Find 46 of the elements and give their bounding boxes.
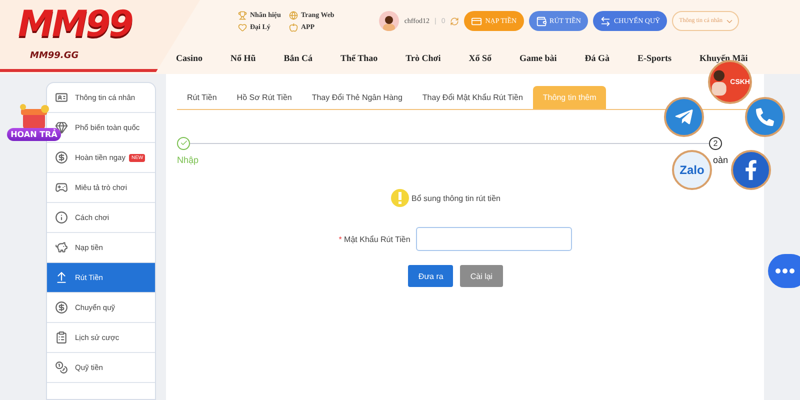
heart-icon — [238, 22, 247, 32]
gamepad-icon — [55, 181, 68, 194]
dots-icon — [775, 268, 795, 274]
transfer-icon — [600, 16, 611, 26]
submit-button[interactable]: Đưa ra — [408, 265, 454, 287]
step-number: 2 — [709, 136, 722, 150]
nav-link[interactable]: Đá Gà — [584, 53, 610, 63]
nav-link[interactable]: Bắn Cá — [284, 53, 313, 63]
card-icon — [471, 16, 482, 26]
coins-icon — [55, 361, 68, 374]
dollar-icon — [55, 301, 68, 314]
nav-link[interactable]: Trò Chơi — [406, 53, 441, 63]
step-label: oàn — [712, 155, 728, 165]
nav-link[interactable]: Casino — [176, 53, 203, 63]
nav-link[interactable]: E-Sports — [638, 53, 672, 63]
nav-link[interactable]: Khuyến Mãi — [700, 53, 748, 63]
tab[interactable]: Thay Đổi Thẻ Ngân Hàng — [302, 86, 412, 109]
telegram-icon — [674, 107, 694, 127]
password-field[interactable] — [416, 227, 572, 251]
step-label: Nhập — [177, 155, 199, 165]
wallet-icon — [536, 16, 547, 26]
piggy-bank-icon — [55, 241, 68, 254]
phone-icon — [756, 108, 774, 126]
user-avatar[interactable] — [379, 11, 400, 31]
phone-button[interactable] — [745, 97, 785, 137]
nav-link[interactable]: Nổ Hũ — [230, 53, 256, 63]
coin-icon — [55, 151, 68, 164]
warning-icon — [390, 189, 409, 207]
trophy-icon — [238, 10, 247, 20]
refresh-icon[interactable] — [450, 16, 460, 26]
clipboard-icon — [55, 331, 68, 344]
nav-link[interactable]: Xổ Số — [468, 53, 492, 63]
id-card-icon — [55, 91, 68, 104]
tab[interactable]: Thay Đổi Mật Khẩu Rút Tiền — [412, 86, 533, 109]
person-icon — [710, 67, 728, 97]
tab[interactable]: Hồ Sơ Rút Tiền — [226, 86, 302, 109]
tab[interactable]: Rút Tiền — [177, 86, 227, 109]
globe-icon — [288, 10, 298, 20]
chat-button[interactable] — [768, 254, 800, 288]
nav-link[interactable]: Thể Thao — [340, 53, 378, 63]
apple-icon — [288, 22, 298, 32]
nav-link[interactable]: Game bài — [520, 53, 557, 63]
withdraw-icon — [55, 271, 68, 284]
info-icon — [55, 211, 68, 224]
field-label: * Mật Khẩu Rút Tiền — [338, 234, 410, 244]
notice-text: Bổ sung thông tin rút tiền — [412, 194, 500, 202]
